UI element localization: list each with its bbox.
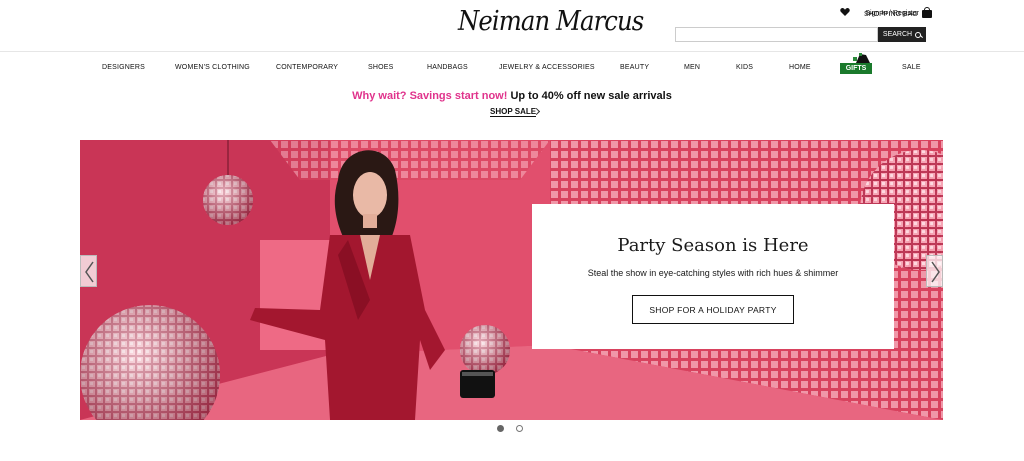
heart-icon[interactable] <box>840 7 850 17</box>
promo-banner: Why wait? Savings start now! Up to 40% o… <box>0 90 1024 102</box>
nav-item-contemporary[interactable]: CONTEMPORARY <box>276 64 338 71</box>
gifts-label: GIFTS <box>840 63 872 74</box>
nav-item-sale[interactable]: SALE <box>902 64 921 71</box>
hero-subtitle: Steal the show in eye-catching styles wi… <box>587 268 839 278</box>
nav-item-men[interactable]: MEN <box>684 64 700 71</box>
nav-item-home[interactable]: HOME <box>789 64 811 71</box>
search-icon <box>915 31 922 38</box>
promo-text: Up to 40% off new sale arrivals <box>510 90 672 102</box>
search-input[interactable] <box>675 27 878 42</box>
nav-item-kids[interactable]: KIDS <box>736 64 753 71</box>
chevron-right-icon <box>931 261 940 283</box>
carousel-dot-2[interactable] <box>516 425 523 432</box>
carousel-pagination <box>497 425 523 432</box>
hero-promo-card: Party Season is Here Steal the show in e… <box>532 204 894 349</box>
search-button-label: SEARCH <box>882 31 913 38</box>
nav-item-handbags[interactable]: HANDBAGS <box>427 64 468 71</box>
shopping-bag-label: SHOPPING BAG <box>864 10 918 18</box>
nav-item-gifts[interactable]: GIFTS <box>840 52 872 74</box>
shopping-bag-link[interactable]: SHOPPING BAG <box>864 7 932 18</box>
search-button[interactable]: SEARCH <box>878 27 926 42</box>
nav-item-designers[interactable]: DESIGNERS <box>102 64 145 71</box>
chevron-left-icon <box>85 261 94 283</box>
site-header: Neiman Marcus Sign In / Register SHOPPIN… <box>0 0 1024 52</box>
carousel-dot-1[interactable] <box>497 425 504 432</box>
neiman-marcus-logo[interactable]: Neiman Marcus <box>458 6 644 37</box>
nav-item-jewelry-accessories[interactable]: JEWELRY & ACCESSORIES <box>499 64 595 71</box>
carousel-next-button[interactable] <box>926 255 943 287</box>
shop-sale-link[interactable]: SHOP SALE <box>490 107 537 117</box>
carousel-prev-button[interactable] <box>80 255 97 287</box>
search-bar: SEARCH <box>675 27 926 42</box>
hero-title: Party Season is Here <box>617 235 809 256</box>
nav-item-shoes[interactable]: SHOES <box>368 64 394 71</box>
nav-item-beauty[interactable]: BEAUTY <box>620 64 649 71</box>
promo-highlight: Why wait? Savings start now! <box>352 90 508 102</box>
nav-item-womens-clothing[interactable]: WOMEN'S CLOTHING <box>175 64 250 71</box>
shop-holiday-party-button[interactable]: SHOP FOR A HOLIDAY PARTY <box>632 295 794 324</box>
bag-icon <box>921 7 932 18</box>
